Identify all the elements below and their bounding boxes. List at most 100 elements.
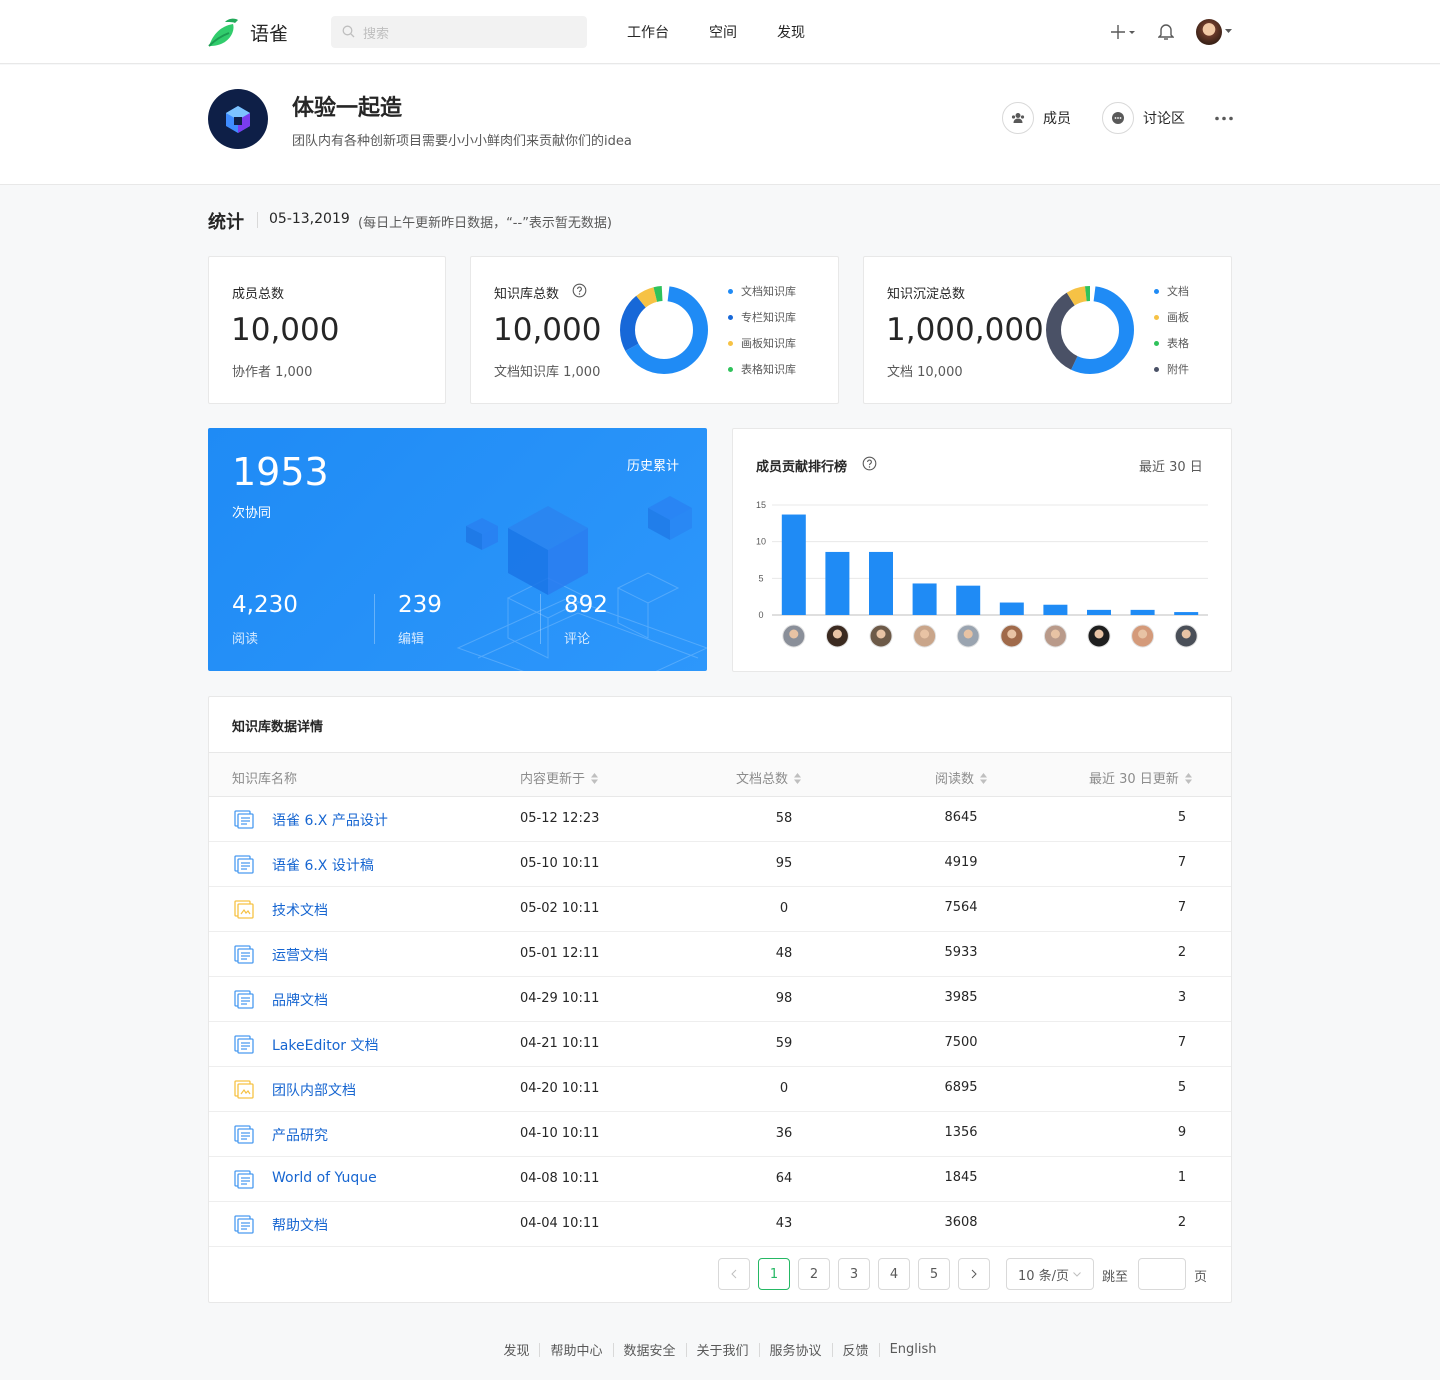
- repo-name-link[interactable]: LakeEditor 文档: [272, 1035, 378, 1055]
- stats-note: (每日上午更新昨日数据，“--”表示暂无数据): [358, 216, 612, 231]
- page-button[interactable]: 2: [798, 1258, 830, 1290]
- member-avatar-face: [1007, 629, 1017, 639]
- repo-name-link[interactable]: 技术文档: [272, 900, 328, 920]
- bar[interactable]: [825, 551, 850, 615]
- bar[interactable]: [869, 551, 893, 615]
- member-avatar-face: [1094, 629, 1104, 639]
- footer-link[interactable]: 帮助中心: [550, 1340, 602, 1359]
- more-options-icon[interactable]: [1214, 116, 1234, 121]
- sort-icon[interactable]: [1184, 773, 1192, 784]
- repo-name-link[interactable]: World of Yuque: [272, 1170, 377, 1186]
- col-header-docs[interactable]: 文档总数: [736, 768, 802, 787]
- footer-link[interactable]: 服务协议: [770, 1340, 822, 1359]
- repo-name-link[interactable]: 帮助文档: [272, 1215, 328, 1235]
- repo-name-link[interactable]: 运营文档: [272, 945, 328, 965]
- reads-count-cell: 7564: [944, 900, 978, 915]
- updated-cell: 04-10 10:11: [520, 1126, 600, 1141]
- table-row: 帮助文档 04-04 10:11 43 3608 2: [209, 1202, 1231, 1247]
- search-icon: [342, 25, 355, 38]
- page-button[interactable]: 1: [758, 1258, 790, 1290]
- footer-link[interactable]: 关于我们: [697, 1340, 749, 1359]
- next-page-button[interactable]: [958, 1258, 990, 1290]
- recent-updates-cell: 7: [1177, 1035, 1187, 1050]
- nav-link-workbench[interactable]: 工作台: [627, 22, 669, 42]
- chevron-left-icon: [731, 1269, 737, 1279]
- docs-legend: 文档 画板 表格 附件: [1154, 284, 1189, 376]
- legend-item: 专栏知识库: [728, 310, 796, 324]
- bar[interactable]: [912, 583, 937, 615]
- sort-icon[interactable]: [794, 773, 802, 784]
- ranking-period[interactable]: 最近 30 日: [1139, 456, 1203, 475]
- bar[interactable]: [781, 514, 806, 615]
- group-description: 团队内有各种创新项目需要小小小鲜肉们来贡献你们的idea: [292, 134, 632, 149]
- col-header-updated[interactable]: 内容更新于: [520, 768, 599, 787]
- bar[interactable]: [1087, 609, 1111, 615]
- updated-cell: 04-04 10:11: [520, 1216, 600, 1231]
- members-button[interactable]: 成员: [1002, 102, 1071, 134]
- docs-stat-value: 1,000,000: [886, 312, 1044, 348]
- footer-link[interactable]: 反馈: [843, 1340, 869, 1359]
- repos-legend: 文档知识库 专栏知识库 画板知识库 表格知识库: [728, 284, 796, 376]
- table-header-row: [209, 752, 1231, 797]
- page-button[interactable]: 5: [918, 1258, 950, 1290]
- col-header-recent[interactable]: 最近 30 日更新: [1089, 768, 1192, 787]
- nav-link-space[interactable]: 空间: [709, 22, 737, 42]
- chevron-down-icon[interactable]: [1225, 29, 1232, 34]
- footer-link[interactable]: English: [890, 1342, 937, 1357]
- doc-book-icon: [234, 990, 254, 1009]
- jump-page-input[interactable]: [1138, 1258, 1186, 1290]
- brand-name[interactable]: 语雀: [250, 19, 288, 46]
- recent-updates-cell: 2: [1177, 945, 1187, 960]
- bar[interactable]: [1043, 604, 1068, 615]
- legend-item: 附件: [1154, 362, 1189, 376]
- chevron-right-icon: [971, 1269, 977, 1279]
- col-header-reads[interactable]: 阅读数: [935, 768, 988, 787]
- legend-item: 文档: [1154, 284, 1189, 298]
- recent-updates-cell: 2: [1177, 1215, 1187, 1230]
- page-button[interactable]: 4: [878, 1258, 910, 1290]
- members-stat-value: 10,000: [231, 312, 340, 348]
- divider: [758, 1342, 760, 1357]
- help-icon[interactable]: [572, 283, 587, 298]
- user-avatar[interactable]: [1196, 19, 1222, 45]
- doc-book-icon: [234, 1215, 254, 1234]
- nav-link-discover[interactable]: 发现: [777, 22, 805, 42]
- discussion-button[interactable]: 讨论区: [1102, 102, 1185, 134]
- repo-name-link[interactable]: 语雀 6.X 产品设计: [272, 810, 388, 830]
- legend-item: 表格: [1154, 336, 1189, 350]
- members-label: 成员: [1043, 111, 1071, 127]
- docs-count-cell: 36: [775, 1126, 793, 1141]
- member-avatar-face: [1138, 629, 1148, 639]
- bar[interactable]: [956, 585, 981, 615]
- sort-icon[interactable]: [591, 773, 599, 784]
- sort-icon[interactable]: [980, 773, 988, 784]
- repo-name-link[interactable]: 团队内部文档: [272, 1080, 356, 1100]
- page-size-select[interactable]: 10 条/页: [1006, 1258, 1094, 1290]
- bar[interactable]: [1174, 612, 1199, 615]
- page-size-value: 10 条/页: [1018, 1268, 1070, 1284]
- yuque-logo-icon[interactable]: [207, 16, 241, 48]
- docs-count-cell: 95: [775, 856, 793, 871]
- reads-count-cell: 8645: [944, 810, 978, 825]
- repo-name-link[interactable]: 品牌文档: [272, 990, 328, 1010]
- bar[interactable]: [999, 602, 1024, 615]
- footer-link[interactable]: 发现: [503, 1340, 529, 1359]
- divider: [540, 594, 541, 644]
- bar[interactable]: [1130, 609, 1155, 615]
- comments-label: 评论: [564, 632, 591, 647]
- updated-cell: 05-10 10:11: [520, 856, 600, 871]
- page-button[interactable]: 3: [838, 1258, 870, 1290]
- add-dropdown-icon[interactable]: [1111, 24, 1137, 40]
- prev-page-button[interactable]: [718, 1258, 750, 1290]
- jump-label: 跳至: [1102, 1270, 1129, 1285]
- help-icon[interactable]: [862, 456, 877, 471]
- collaboration-card: 1953 次协同 历史累计 4,230 阅读 239 编辑 892 评论: [208, 428, 707, 671]
- repo-name-link[interactable]: 语雀 6.X 设计稿: [272, 855, 374, 875]
- bell-icon[interactable]: [1158, 22, 1174, 41]
- docs-count-cell: 48: [775, 946, 793, 961]
- divider: [374, 594, 375, 644]
- member-avatar-face: [920, 629, 930, 639]
- footer-link[interactable]: 数据安全: [624, 1340, 676, 1359]
- repo-name-link[interactable]: 产品研究: [272, 1125, 328, 1145]
- search-input[interactable]: 搜索: [331, 16, 587, 48]
